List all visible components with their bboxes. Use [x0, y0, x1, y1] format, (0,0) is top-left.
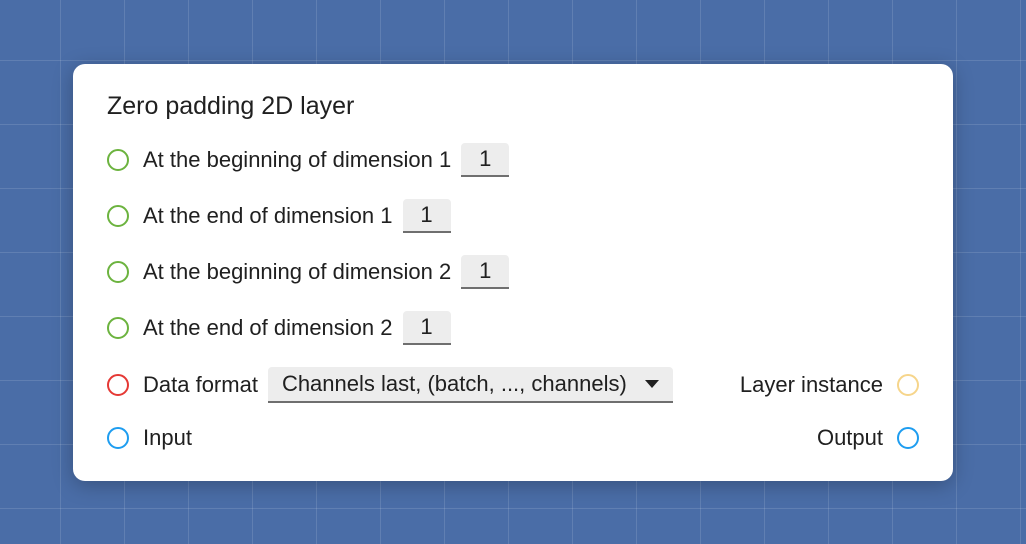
card-title: Zero padding 2D layer — [107, 92, 919, 121]
port-output[interactable] — [897, 427, 919, 449]
row-dim1-end: At the end of dimension 1 — [107, 199, 919, 233]
input-dim2-end[interactable] — [403, 311, 451, 345]
input-dim1-end[interactable] — [403, 199, 451, 233]
row-io: Input Output — [107, 425, 919, 451]
port-layer-instance[interactable] — [897, 374, 919, 396]
select-data-format[interactable]: Channels last, (batch, ..., channels) — [268, 367, 673, 403]
select-data-format-value: Channels last, (batch, ..., channels) — [282, 371, 627, 397]
label-dim1-end: At the end of dimension 1 — [143, 203, 393, 229]
port-data-format[interactable] — [107, 374, 129, 396]
row-dim1-begin: At the beginning of dimension 1 — [107, 143, 919, 177]
label-data-format: Data format — [143, 372, 258, 398]
chevron-down-icon — [645, 380, 659, 388]
port-dim2-end[interactable] — [107, 317, 129, 339]
input-dim2-begin[interactable] — [461, 255, 509, 289]
label-dim2-begin: At the beginning of dimension 2 — [143, 259, 451, 285]
port-dim1-begin[interactable] — [107, 149, 129, 171]
row-dim2-end: At the end of dimension 2 — [107, 311, 919, 345]
port-input[interactable] — [107, 427, 129, 449]
port-dim1-end[interactable] — [107, 205, 129, 227]
label-dim2-end: At the end of dimension 2 — [143, 315, 393, 341]
layer-config-card: Zero padding 2D layer At the beginning o… — [73, 64, 953, 481]
row-dim2-begin: At the beginning of dimension 2 — [107, 255, 919, 289]
port-dim2-begin[interactable] — [107, 261, 129, 283]
label-layer-instance: Layer instance — [740, 372, 883, 398]
label-output: Output — [817, 425, 883, 451]
label-dim1-begin: At the beginning of dimension 1 — [143, 147, 451, 173]
label-input: Input — [143, 425, 192, 451]
input-dim1-begin[interactable] — [461, 143, 509, 177]
row-data-format: Data format Channels last, (batch, ..., … — [107, 367, 919, 403]
